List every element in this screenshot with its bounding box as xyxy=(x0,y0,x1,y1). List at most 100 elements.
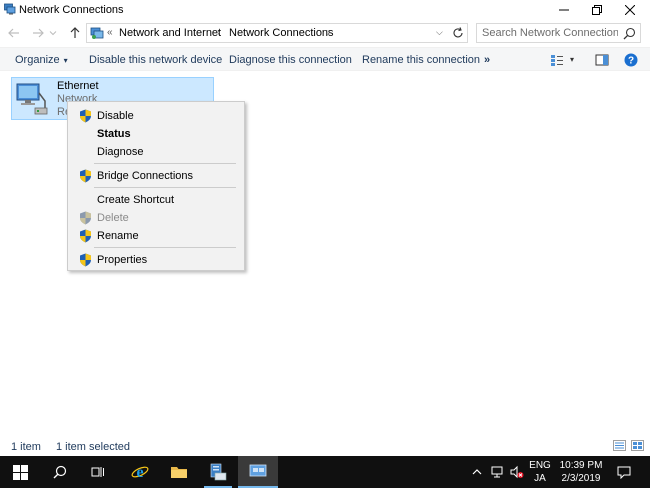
language-code: ENG xyxy=(529,460,551,471)
menu-item-bridge-connections[interactable]: Bridge Connections xyxy=(70,167,242,185)
input-language-indicator[interactable]: ENG JA xyxy=(528,459,552,485)
menu-item-status[interactable]: Status xyxy=(70,125,242,143)
svg-text:?: ? xyxy=(628,56,634,67)
arrow-left-icon xyxy=(8,28,19,38)
breadcrumb-separator[interactable]: › xyxy=(327,27,330,38)
uac-shield-icon xyxy=(80,169,91,183)
menu-item-delete[interactable]: Delete xyxy=(70,209,242,227)
server-manager-button[interactable] xyxy=(198,456,238,488)
uac-shield-icon xyxy=(80,109,91,123)
internet-explorer-icon: e xyxy=(131,464,149,481)
network-adapter-icon xyxy=(16,83,48,115)
menu-separator xyxy=(94,247,236,248)
search-input[interactable] xyxy=(482,26,618,40)
breadcrumb-network-and-internet[interactable]: Network and Internet xyxy=(119,27,221,39)
chevron-up-icon[interactable] xyxy=(470,465,484,479)
back-button[interactable] xyxy=(6,25,22,41)
organize-button[interactable]: Organize ▾ xyxy=(15,54,68,66)
recent-locations-button[interactable] xyxy=(48,25,58,41)
menu-item-diagnose[interactable]: Diagnose xyxy=(70,143,242,161)
menu-item-label: Rename xyxy=(97,230,139,242)
network-connections-icon xyxy=(4,3,16,15)
arrow-right-icon xyxy=(33,28,44,38)
forward-button[interactable] xyxy=(30,25,46,41)
taskbar: e ENG JA 10:39 PM 2/3/2019 xyxy=(0,456,650,488)
change-view-icon[interactable] xyxy=(550,53,564,67)
file-explorer-button[interactable] xyxy=(159,456,199,488)
control-panel-icon xyxy=(90,27,104,39)
organize-label: Organize xyxy=(15,54,60,66)
organize-caret: ▾ xyxy=(63,56,68,65)
menu-separator xyxy=(94,163,236,164)
details-view-icon[interactable] xyxy=(613,440,626,451)
uac-shield-icon xyxy=(80,211,91,225)
title-bar: Network Connections xyxy=(0,0,650,20)
chevron-down-icon xyxy=(49,31,57,36)
menu-item-rename[interactable]: Rename xyxy=(70,227,242,245)
connection-name: Ethernet xyxy=(57,80,99,92)
minimize-button[interactable] xyxy=(547,0,581,20)
uac-shield-icon xyxy=(80,253,91,267)
search-box[interactable] xyxy=(476,23,641,43)
context-menu: Disable Status Diagnose Bridge Connectio… xyxy=(67,101,245,271)
address-history-dropdown[interactable]: ⌵ xyxy=(436,27,443,38)
item-count: 1 item xyxy=(11,441,41,453)
uac-shield-icon xyxy=(80,229,91,243)
change-view-caret[interactable]: ▾ xyxy=(570,55,574,64)
clock-date: 2/3/2019 xyxy=(561,473,601,484)
clock-time: 10:39 PM xyxy=(559,460,603,471)
system-clock[interactable]: 10:39 PM 2/3/2019 xyxy=(555,459,607,485)
menu-item-label: Create Shortcut xyxy=(97,194,175,206)
navigation-bar: « Network and Internet › Network Connect… xyxy=(0,20,650,46)
refresh-icon[interactable] xyxy=(451,26,465,40)
menu-item-label: Diagnose xyxy=(97,146,144,158)
taskbar-search-button[interactable] xyxy=(40,456,80,488)
network-tray-icon[interactable] xyxy=(491,465,505,479)
volume-muted-icon[interactable] xyxy=(510,465,524,479)
start-button[interactable] xyxy=(0,456,40,488)
server-manager-icon xyxy=(210,463,227,481)
preview-pane-icon[interactable] xyxy=(595,53,609,67)
internet-explorer-button[interactable]: e xyxy=(120,456,160,488)
menu-item-create-shortcut[interactable]: Create Shortcut xyxy=(70,191,242,209)
restore-icon xyxy=(592,5,602,15)
menu-item-label: Status xyxy=(97,128,131,140)
keyboard-layout-code: JA xyxy=(534,473,546,484)
minimize-icon xyxy=(559,9,569,11)
restore-button[interactable] xyxy=(580,0,614,20)
menu-item-properties[interactable]: Properties xyxy=(70,251,242,269)
network-connections-icon xyxy=(249,464,267,477)
connections-list: Ethernet Network Re Disable Status Diagn… xyxy=(0,72,650,434)
address-bar[interactable]: « Network and Internet › Network Connect… xyxy=(86,23,468,43)
help-icon[interactable]: ? xyxy=(624,53,638,67)
up-button[interactable] xyxy=(67,25,83,41)
more-commands-button[interactable]: » xyxy=(484,54,490,66)
selection-count: 1 item selected xyxy=(56,441,130,453)
menu-item-disable[interactable]: Disable xyxy=(70,107,242,125)
folder-icon xyxy=(171,467,187,478)
task-view-button[interactable] xyxy=(78,456,118,488)
disable-device-button[interactable]: Disable this network device xyxy=(89,54,222,66)
breadcrumb-network-connections[interactable]: Network Connections xyxy=(229,27,334,39)
address-overflow[interactable]: « xyxy=(107,27,113,38)
menu-item-label: Bridge Connections xyxy=(97,170,194,182)
close-button[interactable] xyxy=(613,0,647,20)
diagnose-connection-button[interactable]: Diagnose this connection xyxy=(229,54,352,66)
rename-connection-button[interactable]: Rename this connection xyxy=(362,54,480,66)
arrow-up-icon xyxy=(70,27,80,38)
menu-item-label: Properties xyxy=(97,254,148,266)
task-view-icon xyxy=(91,467,104,477)
status-bar: 1 item 1 item selected xyxy=(0,435,650,456)
menu-separator xyxy=(94,187,236,188)
windows-logo-icon xyxy=(12,464,28,480)
search-icon xyxy=(53,465,67,479)
large-icons-view-icon[interactable] xyxy=(631,440,644,451)
menu-item-label: Disable xyxy=(97,110,134,122)
notification-center-icon[interactable] xyxy=(617,465,631,479)
network-connections-taskbar-button[interactable] xyxy=(238,456,278,488)
window-title: Network Connections xyxy=(19,4,124,16)
search-icon[interactable] xyxy=(623,27,636,40)
breadcrumb-separator[interactable]: › xyxy=(217,27,220,38)
command-bar: Organize ▾ Disable this network device Di… xyxy=(0,47,650,71)
close-icon xyxy=(625,5,635,15)
